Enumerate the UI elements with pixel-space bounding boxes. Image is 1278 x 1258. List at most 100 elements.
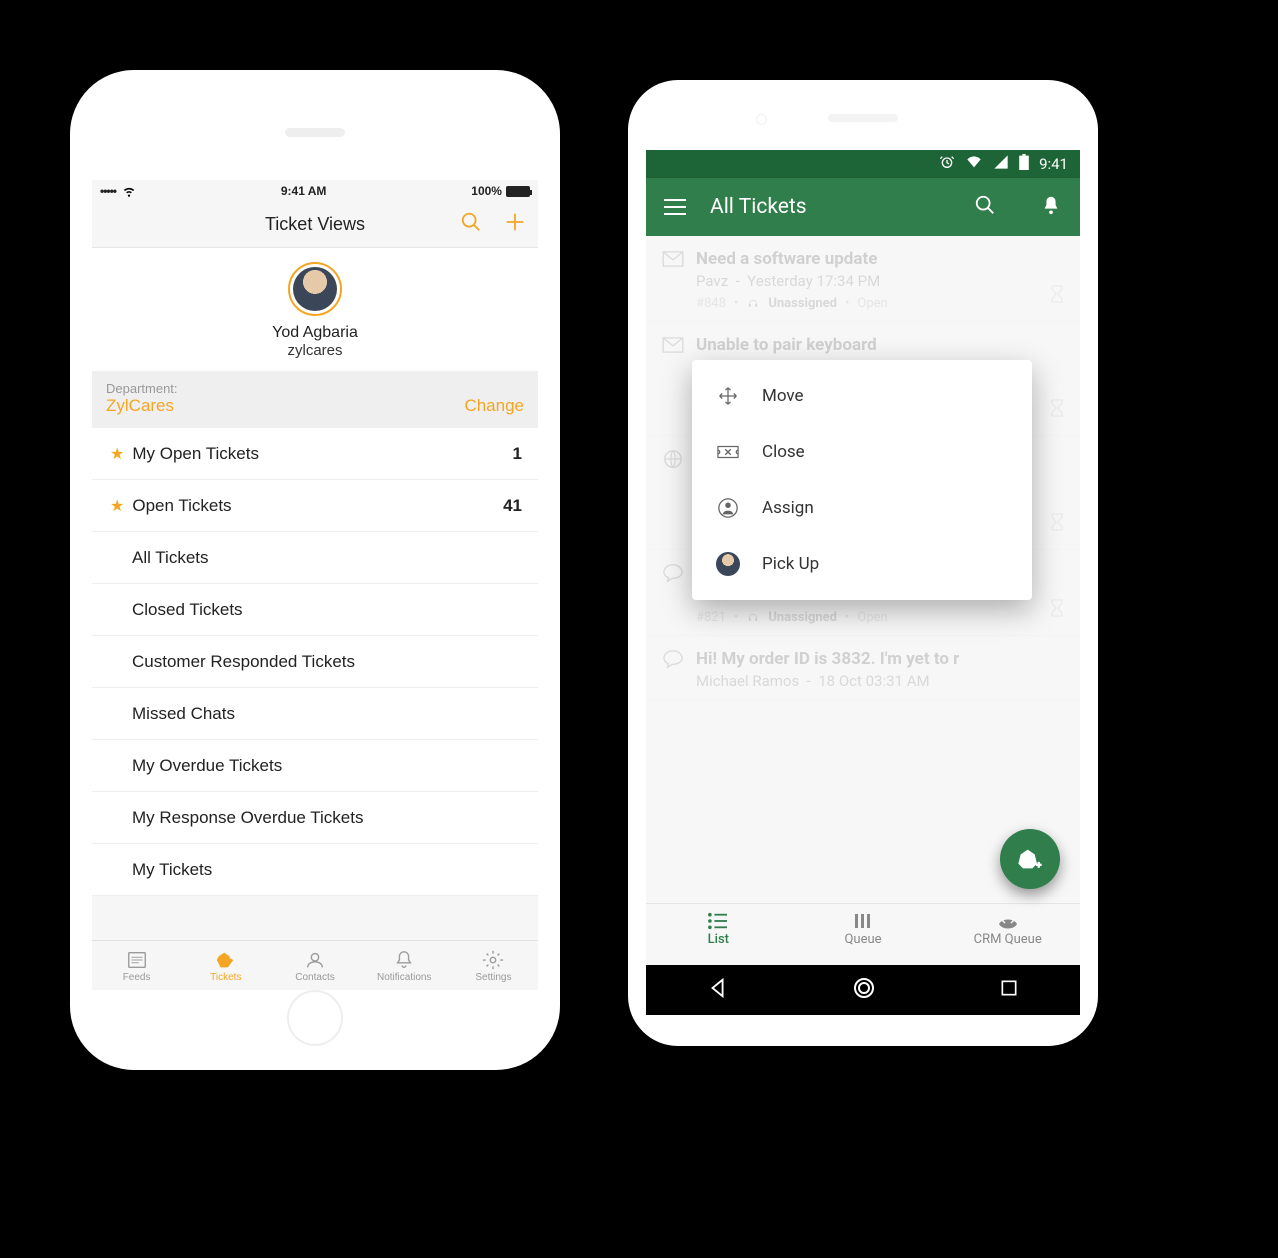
view-label: All Tickets <box>132 548 209 568</box>
menu-icon[interactable] <box>664 199 686 215</box>
bottomnav-label: CRM Queue <box>974 932 1042 947</box>
tab-contacts[interactable]: Contacts <box>270 949 359 983</box>
ticket-time: 18 Oct 03:31 AM <box>818 672 929 690</box>
ticket-contact: Pavz <box>696 272 728 290</box>
android-app-bar: All Tickets <box>646 178 1080 236</box>
star-icon: ★ <box>110 444 124 464</box>
view-count: 41 <box>503 496 522 516</box>
ticket-action-menu: Move Close Assign Pick Up <box>692 360 1032 600</box>
view-label: Open Tickets <box>132 496 231 516</box>
home-button[interactable] <box>287 990 343 1046</box>
iphone-device-frame: ••••• 9:41 AM 100% Ticket Views <box>70 70 560 1070</box>
headset-icon <box>746 611 760 625</box>
ios-navbar: Ticket Views <box>92 202 538 248</box>
view-customer-responded[interactable]: Customer Responded Tickets <box>92 636 538 688</box>
globe-icon <box>662 448 684 470</box>
ticket-subject: Hi! My order ID is 3832. I'm yet to r <box>696 649 959 669</box>
view-label: Closed Tickets <box>132 600 243 620</box>
wifi-icon <box>122 184 136 199</box>
menu-label: Pick Up <box>762 554 819 574</box>
view-label: My Overdue Tickets <box>132 756 282 776</box>
ticket-time: Yesterday 17:34 PM <box>747 272 880 290</box>
ticket-row[interactable]: Hi! My order ID is 3832. I'm yet to r Mi… <box>646 636 1080 701</box>
menu-assign[interactable]: Assign <box>692 480 1032 536</box>
battery-icon <box>1019 154 1029 174</box>
bottomnav-label: List <box>708 932 729 947</box>
hourglass-icon <box>1050 513 1064 535</box>
bottomnav-crm-queue[interactable]: CRM Queue <box>935 904 1080 965</box>
menu-pickup[interactable]: Pick Up <box>692 536 1032 592</box>
hourglass-icon <box>1050 285 1064 307</box>
menu-move[interactable]: Move <box>692 368 1032 424</box>
menu-label: Close <box>762 442 805 462</box>
tab-label: Settings <box>475 972 511 983</box>
view-label: Missed Chats <box>132 704 235 724</box>
department-bar: Department: ZylCares Change <box>92 371 538 428</box>
menu-label: Move <box>762 386 804 406</box>
recents-button[interactable] <box>999 978 1019 1002</box>
hourglass-icon <box>1050 599 1064 621</box>
menu-label: Assign <box>762 498 814 518</box>
tab-notifications[interactable]: Notifications <box>360 949 449 983</box>
add-icon[interactable] <box>504 211 526 238</box>
view-my-response-overdue[interactable]: My Response Overdue Tickets <box>92 792 538 844</box>
new-ticket-fab[interactable] <box>1000 829 1060 889</box>
chat-icon <box>662 562 684 584</box>
tab-label: Notifications <box>377 972 431 983</box>
close-ticket-icon <box>716 440 740 464</box>
status-time: 9:41 <box>1039 155 1068 173</box>
search-icon[interactable] <box>460 211 482 238</box>
ticket-views-list: ★ My Open Tickets 1 ★ Open Tickets 41 All … <box>92 428 538 896</box>
tab-feeds[interactable]: Feeds <box>92 949 181 983</box>
ticket-status: Open <box>857 296 887 311</box>
chat-icon <box>662 648 684 670</box>
change-department-button[interactable]: Change <box>464 396 524 416</box>
bell-icon[interactable] <box>1040 194 1062 220</box>
ticket-id: #848 <box>696 296 726 311</box>
avatar-icon <box>716 552 740 576</box>
mail-icon <box>662 248 684 270</box>
android-system-bar <box>646 965 1080 1015</box>
battery-icon <box>506 186 530 197</box>
view-all-tickets[interactable]: All Tickets <box>92 532 538 584</box>
view-my-tickets[interactable]: My Tickets <box>92 844 538 896</box>
android-status-bar: 9:41 <box>646 150 1080 178</box>
android-screen: 9:41 All Tickets Need a software update … <box>646 150 1080 1015</box>
view-missed-chats[interactable]: Missed Chats <box>92 688 538 740</box>
home-button[interactable] <box>852 976 876 1004</box>
ticket-subject: Unable to pair keyboard <box>696 335 877 355</box>
mail-icon <box>662 334 684 356</box>
ios-status-bar: ••••• 9:41 AM 100% <box>92 180 538 202</box>
department-value: ZylCares <box>106 396 178 416</box>
view-label: My Response Overdue Tickets <box>132 808 363 828</box>
bottomnav-list[interactable]: List <box>646 904 791 965</box>
star-icon: ★ <box>110 496 124 516</box>
page-title: Ticket Views <box>265 214 365 235</box>
assign-icon <box>716 496 740 520</box>
search-icon[interactable] <box>974 194 996 220</box>
tab-label: Contacts <box>295 972 334 983</box>
status-time: 9:41 AM <box>281 184 327 198</box>
ticket-contact: Michael Ramos <box>696 672 799 690</box>
bottomnav-label: Queue <box>844 932 881 947</box>
view-my-overdue[interactable]: My Overdue Tickets <box>92 740 538 792</box>
profile-block[interactable]: Yod Agbaria zylcares <box>92 248 538 371</box>
ios-screen: ••••• 9:41 AM 100% Ticket Views <box>92 180 538 990</box>
ticket-assignee: Unassigned <box>768 610 837 625</box>
wifi-icon <box>965 154 983 174</box>
view-label: My Open Tickets <box>132 444 259 464</box>
page-title: All Tickets <box>710 195 950 219</box>
bottomnav-queue[interactable]: Queue <box>791 904 936 965</box>
view-closed-tickets[interactable]: Closed Tickets <box>92 584 538 636</box>
view-count: 1 <box>513 444 522 464</box>
view-label: My Tickets <box>132 860 212 880</box>
menu-close[interactable]: Close <box>692 424 1032 480</box>
back-button[interactable] <box>707 977 729 1003</box>
view-my-open-tickets[interactable]: ★ My Open Tickets 1 <box>92 428 538 480</box>
tab-tickets[interactable]: Tickets <box>181 949 270 983</box>
view-open-tickets[interactable]: ★ Open Tickets 41 <box>92 480 538 532</box>
view-label: Customer Responded Tickets <box>132 652 355 672</box>
tab-label: Tickets <box>210 972 241 983</box>
tab-settings[interactable]: Settings <box>449 949 538 983</box>
ticket-row[interactable]: Need a software update Pavz - Yesterday … <box>646 236 1080 322</box>
